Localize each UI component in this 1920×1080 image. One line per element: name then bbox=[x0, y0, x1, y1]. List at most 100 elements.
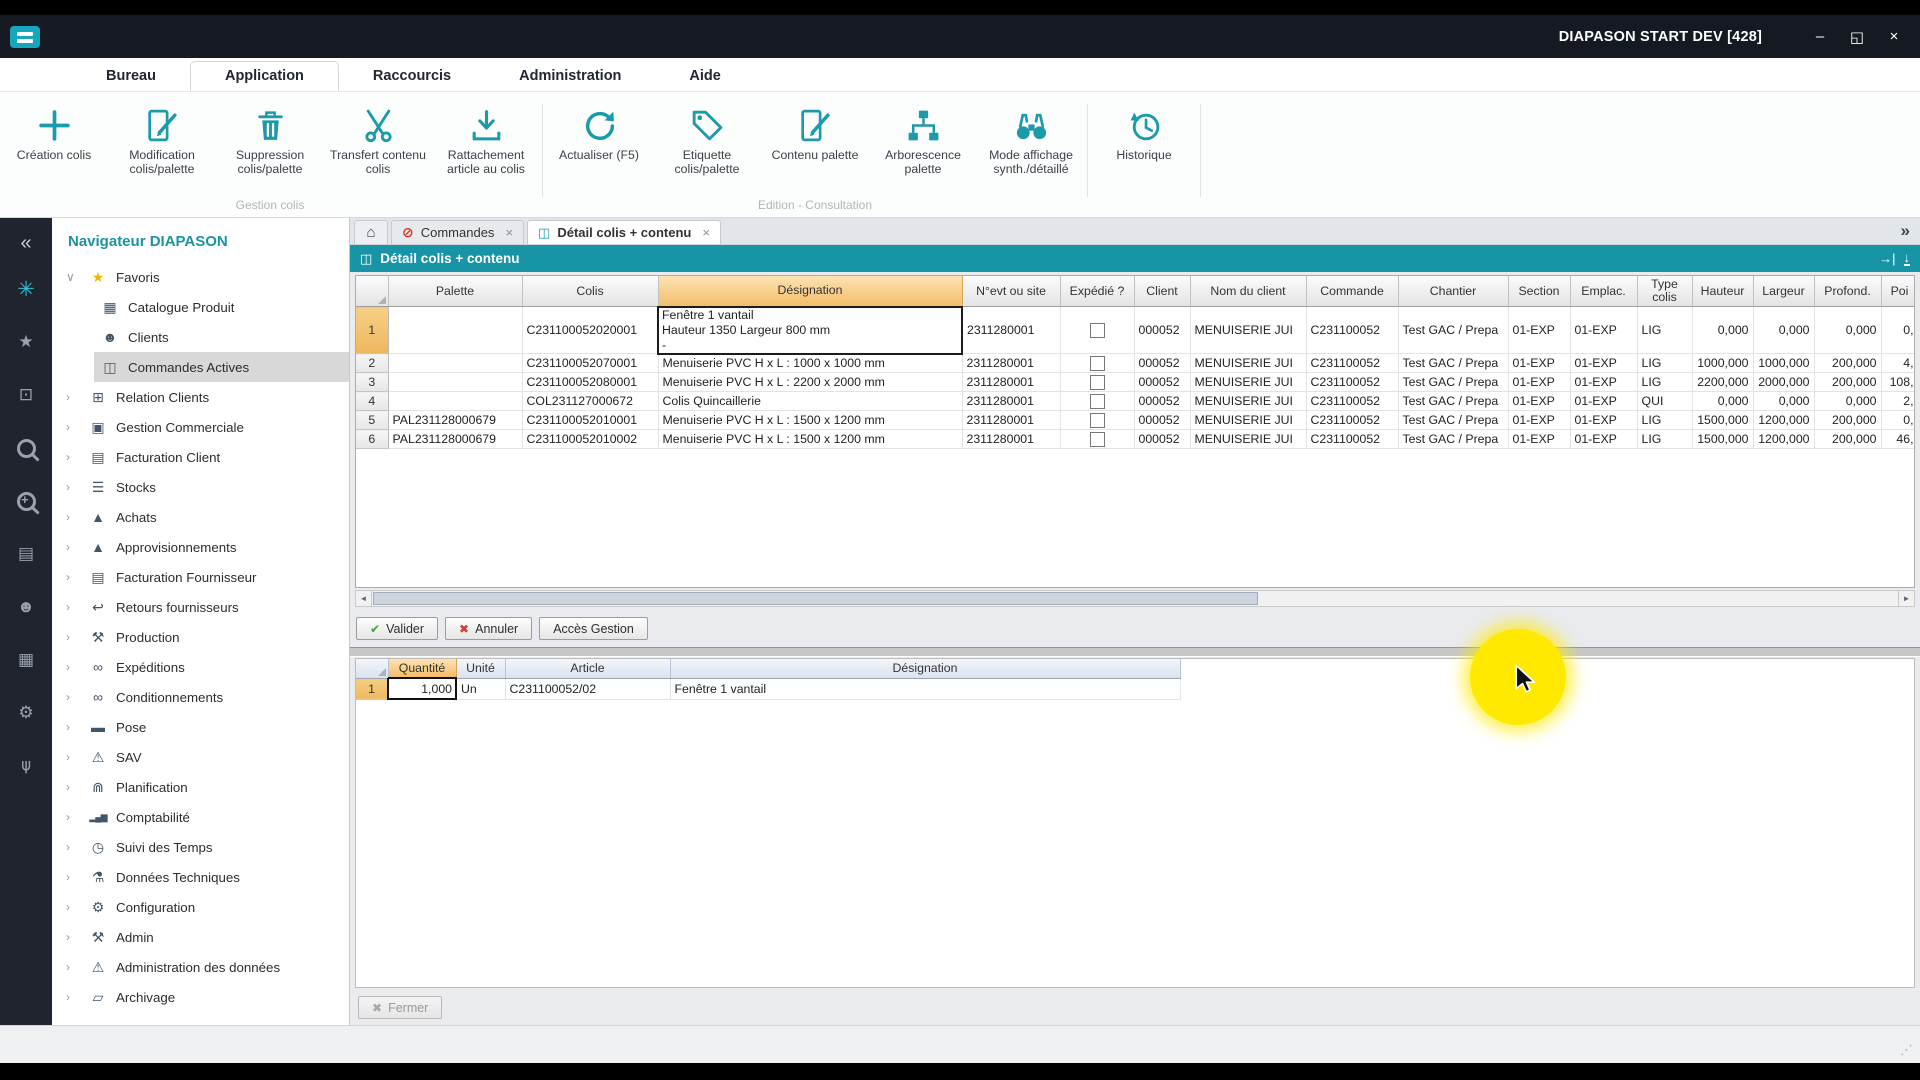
cell-poids[interactable]: 0, bbox=[1881, 307, 1915, 354]
row-number[interactable]: 2 bbox=[356, 354, 388, 373]
cell-poids[interactable]: 0, bbox=[1881, 411, 1915, 430]
cell-designation[interactable]: Menuiserie PVC H x L : 1000 x 1000 mm bbox=[658, 354, 962, 373]
cell-unite[interactable]: Un bbox=[456, 678, 505, 699]
select-all-corner[interactable] bbox=[356, 276, 388, 307]
cell-largeur[interactable]: 1200,000 bbox=[1753, 411, 1814, 430]
sidebar-item[interactable]: › ▲ Approvisionnements bbox=[52, 532, 349, 562]
cell-palette[interactable]: PAL231128000679 bbox=[388, 430, 522, 449]
cell-type-colis[interactable]: LIG bbox=[1637, 307, 1692, 354]
cell-commande[interactable]: C231100052 bbox=[1306, 307, 1398, 354]
sidebar-item[interactable]: › ▤ Facturation Fournisseur bbox=[52, 562, 349, 592]
cell-palette[interactable] bbox=[388, 392, 522, 411]
cell-commande[interactable]: C231100052 bbox=[1306, 354, 1398, 373]
col-client[interactable]: Client bbox=[1134, 276, 1190, 307]
cell-profond[interactable]: 200,000 bbox=[1814, 430, 1881, 449]
col-hauteur[interactable]: Hauteur bbox=[1692, 276, 1753, 307]
cell-emplac[interactable]: 01-EXP bbox=[1570, 411, 1637, 430]
row-number[interactable]: 1 bbox=[356, 307, 388, 354]
cell-client[interactable]: 000052 bbox=[1134, 392, 1190, 411]
historique-button[interactable]: Historique bbox=[1090, 92, 1198, 217]
cell-colis[interactable]: C231100052010002 bbox=[522, 430, 658, 449]
tree-chevron-icon[interactable]: › bbox=[66, 450, 86, 464]
quantite-input[interactable]: 1,000 bbox=[388, 678, 456, 699]
sidebar-item[interactable]: › ▂▄▆ Comptabilité bbox=[52, 802, 349, 832]
tree-chevron-icon[interactable]: › bbox=[66, 420, 86, 434]
search-icon[interactable] bbox=[0, 433, 52, 463]
cell-emplac[interactable]: 01-EXP bbox=[1570, 430, 1637, 449]
cell-commande[interactable]: C231100052 bbox=[1306, 373, 1398, 392]
sidebar-item[interactable]: › ☰ Stocks bbox=[52, 472, 349, 502]
goto-end-icon[interactable]: →| bbox=[1879, 251, 1895, 266]
tree-chevron-icon[interactable]: › bbox=[66, 540, 86, 554]
cell-largeur[interactable]: 1200,000 bbox=[1753, 430, 1814, 449]
scroll-left-icon[interactable]: ◄ bbox=[355, 590, 372, 607]
sidebar-item[interactable]: › ▬ Pose bbox=[52, 712, 349, 742]
home-tab[interactable]: ⌂ bbox=[354, 220, 388, 244]
cell-hauteur[interactable]: 1000,000 bbox=[1692, 354, 1753, 373]
cell-expedie[interactable] bbox=[1060, 430, 1134, 449]
advanced-search-icon[interactable]: + bbox=[0, 486, 52, 516]
minimize-button[interactable]: – bbox=[1810, 28, 1830, 46]
sidebar-item[interactable]: › ▱ Archivage bbox=[52, 982, 349, 1012]
sidebar-item[interactable]: › ⚒ Production bbox=[52, 622, 349, 652]
tree-chevron-icon[interactable]: › bbox=[66, 960, 86, 974]
annuler-button[interactable]: ✖ Annuler bbox=[445, 617, 532, 640]
cell-emplac[interactable]: 01-EXP bbox=[1570, 373, 1637, 392]
horizontal-scrollbar[interactable]: ◄ ► bbox=[355, 590, 1915, 607]
cell-designation[interactable]: Colis Quincaillerie bbox=[658, 392, 962, 411]
tree-chevron-icon[interactable]: › bbox=[66, 570, 86, 584]
sidebar-item[interactable]: › ⚠ Administration des données bbox=[52, 952, 349, 982]
cell-section[interactable]: 01-EXP bbox=[1508, 307, 1570, 354]
row-number[interactable]: 3 bbox=[356, 373, 388, 392]
cell-commande[interactable]: C231100052 bbox=[1306, 411, 1398, 430]
sidebar-item[interactable]: ▦ Catalogue Produit bbox=[52, 292, 349, 322]
cell-nevt[interactable]: 2311280001 bbox=[962, 373, 1060, 392]
cell-section[interactable]: 01-EXP bbox=[1508, 411, 1570, 430]
cell-poids[interactable]: 2, bbox=[1881, 392, 1915, 411]
menu-tab[interactable]: Raccourcis bbox=[339, 62, 485, 91]
cell-expedie[interactable] bbox=[1060, 307, 1134, 354]
cell-profond[interactable]: 0,000 bbox=[1814, 307, 1881, 354]
cell-emplac[interactable]: 01-EXP bbox=[1570, 392, 1637, 411]
expedie-checkbox[interactable] bbox=[1090, 394, 1105, 409]
cell-commande[interactable]: C231100052 bbox=[1306, 430, 1398, 449]
col-section[interactable]: Section bbox=[1508, 276, 1570, 307]
cell-chantier[interactable]: Test GAC / Prepa bbox=[1398, 354, 1508, 373]
sidebar-item[interactable]: › ∞ Expéditions bbox=[52, 652, 349, 682]
cell-section[interactable]: 01-EXP bbox=[1508, 373, 1570, 392]
cell-nom-client[interactable]: MENUISERIE JUI bbox=[1190, 354, 1306, 373]
row-number[interactable]: 5 bbox=[356, 411, 388, 430]
col-chantier[interactable]: Chantier bbox=[1398, 276, 1508, 307]
restore-button[interactable]: ◱ bbox=[1847, 28, 1867, 46]
close-button[interactable]: × bbox=[1884, 28, 1904, 46]
expedie-checkbox[interactable] bbox=[1090, 356, 1105, 371]
col-poids[interactable]: Poi bbox=[1881, 276, 1915, 307]
tree-chevron-icon[interactable]: › bbox=[66, 840, 86, 854]
col-commande[interactable]: Commande bbox=[1306, 276, 1398, 307]
cell-section[interactable]: 01-EXP bbox=[1508, 354, 1570, 373]
cell-expedie[interactable] bbox=[1060, 392, 1134, 411]
cell-largeur[interactable]: 2000,000 bbox=[1753, 373, 1814, 392]
sidebar-item[interactable]: ☻ Clients bbox=[52, 322, 349, 352]
cell-designation[interactable]: Fenêtre 1 vantail Hauteur 1350 Largeur 8… bbox=[658, 307, 962, 354]
cell-nevt[interactable]: 2311280001 bbox=[962, 307, 1060, 354]
cell-largeur[interactable]: 0,000 bbox=[1753, 307, 1814, 354]
row-number[interactable]: 1 bbox=[356, 678, 388, 699]
menu-tab[interactable]: Application bbox=[190, 61, 339, 91]
tree-chevron-icon[interactable]: › bbox=[66, 390, 86, 404]
col-profond[interactable]: Profond. bbox=[1814, 276, 1881, 307]
cell-client[interactable]: 000052 bbox=[1134, 373, 1190, 392]
export-download-icon[interactable]: ↓ bbox=[1904, 251, 1911, 266]
cell-designation[interactable]: Fenêtre 1 vantail bbox=[670, 678, 1180, 699]
col-designation2[interactable]: Désignation bbox=[670, 659, 1180, 678]
tree-chevron-icon[interactable]: › bbox=[66, 870, 86, 884]
resize-grip-icon[interactable]: ⋰ bbox=[1900, 1042, 1913, 1058]
sidebar-item[interactable]: › ⚠ SAV bbox=[52, 742, 349, 772]
cell-poids[interactable]: 4, bbox=[1881, 354, 1915, 373]
cell-client[interactable]: 000052 bbox=[1134, 354, 1190, 373]
expedie-checkbox[interactable] bbox=[1090, 375, 1105, 390]
col-colis[interactable]: Colis bbox=[522, 276, 658, 307]
cell-chantier[interactable]: Test GAC / Prepa bbox=[1398, 392, 1508, 411]
tree-chevron-icon[interactable]: › bbox=[66, 660, 86, 674]
col-article[interactable]: Article bbox=[505, 659, 670, 678]
